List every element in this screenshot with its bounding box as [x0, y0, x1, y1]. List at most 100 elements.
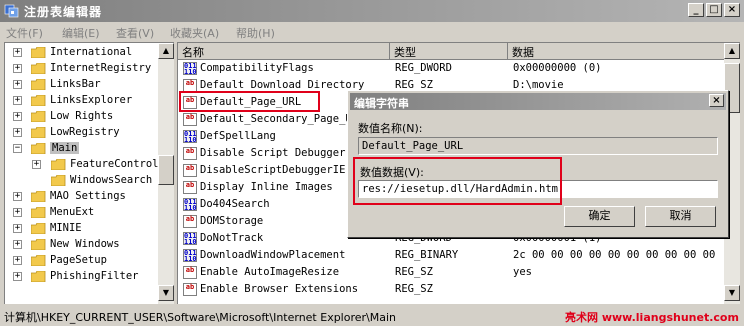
tree-item-low-rights[interactable]: + Low Rights: [5, 109, 165, 125]
binary-value-icon: 011 110: [183, 249, 197, 263]
tree-item-main[interactable]: − Main: [5, 141, 165, 157]
scroll-up-arrow-icon[interactable]: ▲: [724, 43, 740, 59]
expand-icon[interactable]: +: [32, 160, 41, 169]
string-value-icon: ab: [183, 113, 197, 126]
binary-value-icon: 011 110: [183, 62, 197, 76]
menu-view[interactable]: 查看(V): [116, 25, 154, 41]
binary-value-icon: 011 110: [183, 130, 197, 144]
value-name-label: 数值名称(N):: [358, 122, 423, 135]
menu-edit[interactable]: 编辑(E): [62, 25, 100, 41]
value-type: REG_SZ: [395, 266, 433, 278]
tree-item-label: International: [50, 46, 133, 58]
close-button[interactable]: ×: [724, 3, 740, 17]
table-row[interactable]: ab Enable AutoImageResize REG_SZ yes: [178, 264, 725, 281]
tree-item-label: PageSetup: [50, 254, 107, 266]
tree-item-lowregistry[interactable]: + LowRegistry: [5, 125, 165, 141]
scroll-down-arrow-icon[interactable]: ▼: [158, 285, 174, 301]
expand-icon[interactable]: +: [13, 272, 22, 281]
tree-item-new-windows[interactable]: + New Windows: [5, 237, 165, 253]
minimize-button[interactable]: _: [688, 3, 704, 17]
status-bar: 计算机\HKEY_CURRENT_USER\Software\Microsoft…: [0, 306, 744, 326]
column-header-data[interactable]: 数据: [508, 43, 725, 60]
tree-item-featurecontrol[interactable]: + FeatureControl: [5, 157, 165, 173]
folder-icon: [31, 271, 46, 282]
expand-icon[interactable]: +: [13, 112, 22, 121]
tree-item-phishingfilter[interactable]: + PhishingFilter: [5, 269, 165, 285]
expand-icon[interactable]: +: [13, 64, 22, 73]
tree-item-minie[interactable]: + MINIE: [5, 221, 165, 237]
value-type: REG_SZ: [395, 283, 433, 295]
folder-icon: [51, 159, 66, 170]
folder-icon: [31, 255, 46, 266]
folder-icon: [31, 79, 46, 90]
tree-item-international[interactable]: + International: [5, 45, 165, 61]
watermark: 亮术网 www.liangshunet.com: [565, 311, 739, 324]
value-data: 0x00000000 (0): [513, 62, 602, 74]
scroll-up-arrow-icon[interactable]: ▲: [158, 43, 174, 59]
folder-icon: [31, 191, 46, 202]
table-row[interactable]: 011 110 CompatibilityFlags REG_DWORD 0x00…: [178, 60, 725, 77]
dialog-title-bar: 编辑字符串 ×: [350, 93, 726, 110]
expand-icon[interactable]: +: [13, 192, 22, 201]
tree-item-pagesetup[interactable]: + PageSetup: [5, 253, 165, 269]
expand-icon[interactable]: +: [13, 80, 22, 89]
collapse-icon[interactable]: −: [13, 144, 22, 153]
value-name-field: Default_Page_URL: [358, 137, 718, 155]
tree-item-internetregistry[interactable]: + InternetRegistry: [5, 61, 165, 77]
folder-icon: [31, 111, 46, 122]
menu-help[interactable]: 帮助(H): [236, 25, 275, 41]
tree-item-label: WindowsSearch: [70, 174, 153, 186]
value-name: Enable AutoImageResize: [200, 266, 340, 278]
menu-bar: 文件(F) 编辑(E) 查看(V) 收藏夹(A) 帮助(H): [0, 22, 744, 41]
menu-file[interactable]: 文件(F): [6, 25, 43, 41]
tree-item-menuext[interactable]: + MenuExt: [5, 205, 165, 221]
tree-item-linksexplorer[interactable]: + LinksExplorer: [5, 93, 165, 109]
tree-item-windowssearch[interactable]: WindowsSearch: [5, 173, 165, 189]
cancel-button[interactable]: 取消: [645, 206, 716, 227]
expand-icon[interactable]: +: [13, 48, 22, 57]
value-data: 2c 00 00 00 00 00 00 00 00 00 00: [513, 249, 716, 261]
tree-item-label: MINIE: [50, 222, 82, 234]
scroll-thumb[interactable]: [158, 155, 174, 185]
tree-item-mao-settings[interactable]: + MAO Settings: [5, 189, 165, 205]
tree-item-label: Low Rights: [50, 110, 114, 122]
expand-icon[interactable]: +: [13, 224, 22, 233]
expand-icon[interactable]: +: [13, 256, 22, 265]
table-row[interactable]: ab Enable Browser Extensions REG_SZ: [178, 281, 725, 298]
tree-item-linksbar[interactable]: + LinksBar: [5, 77, 165, 93]
open-folder-icon: [31, 143, 46, 154]
column-header-type[interactable]: 类型: [390, 43, 508, 60]
table-row[interactable]: 011 110 DownloadWindowPlacement REG_BINAR…: [178, 247, 725, 264]
folder-icon: [31, 47, 46, 58]
folder-icon: [31, 63, 46, 74]
column-header-name[interactable]: 名称: [178, 43, 390, 60]
highlight-value-data: [353, 157, 562, 205]
scroll-down-arrow-icon[interactable]: ▼: [724, 285, 740, 301]
folder-icon: [31, 127, 46, 138]
folder-icon: [31, 95, 46, 106]
expand-icon[interactable]: +: [13, 96, 22, 105]
regedit-icon: [4, 4, 19, 18]
string-value-icon: ab: [183, 283, 197, 296]
menu-favorites[interactable]: 收藏夹(A): [170, 25, 219, 41]
dialog-close-button[interactable]: ×: [709, 94, 724, 107]
tree-item-label: LowRegistry: [50, 126, 120, 138]
ok-button[interactable]: 确定: [564, 206, 635, 227]
tree-item-label: LinksExplorer: [50, 94, 133, 106]
key-tree[interactable]: + International + InternetRegistry + Lin…: [4, 42, 174, 304]
tree-item-label: FeatureControl: [70, 158, 159, 170]
folder-icon: [31, 239, 46, 250]
folder-icon: [51, 175, 66, 186]
tree-item-label: Main: [50, 142, 80, 154]
string-value-icon: ab: [183, 181, 197, 194]
expand-icon[interactable]: +: [13, 208, 22, 217]
window-title: 注册表编辑器: [24, 5, 103, 19]
binary-value-icon: 011 110: [183, 232, 197, 246]
string-value-icon: ab: [183, 147, 197, 160]
expand-icon[interactable]: +: [13, 240, 22, 249]
expand-icon[interactable]: +: [13, 128, 22, 137]
maximize-button[interactable]: □: [706, 3, 722, 17]
tree-scrollbar[interactable]: ▲ ▼: [158, 43, 174, 304]
value-name: CompatibilityFlags: [200, 62, 314, 74]
tree-item-label: MenuExt: [50, 206, 95, 218]
